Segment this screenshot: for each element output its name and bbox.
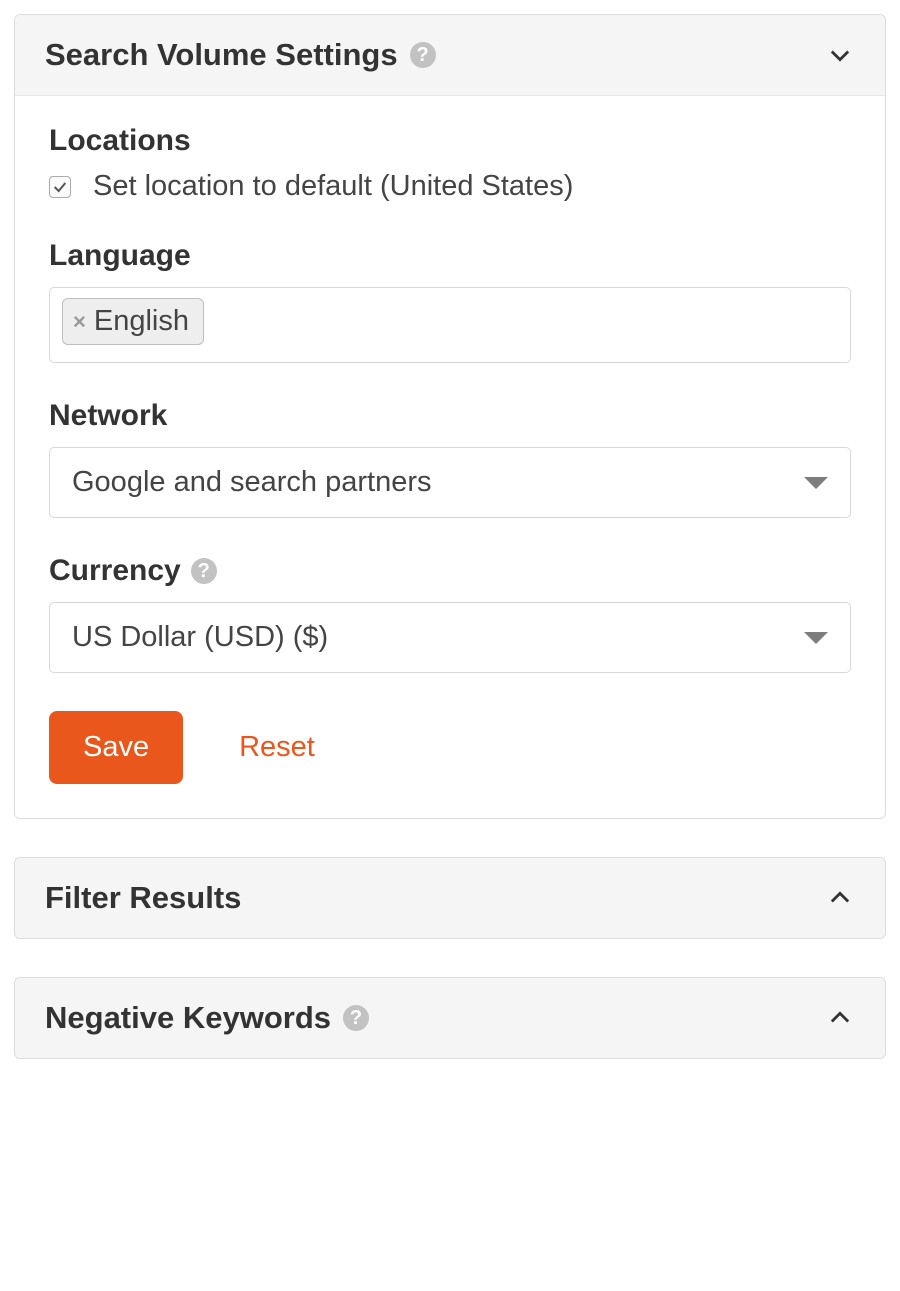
filter-results-header[interactable]: Filter Results <box>15 858 885 938</box>
default-location-label: Set location to default (United States) <box>93 170 573 203</box>
currency-label: Currency ? <box>49 554 851 588</box>
currency-value: US Dollar (USD) ($) <box>72 621 328 654</box>
chevron-down-icon[interactable] <box>825 40 855 70</box>
search-volume-settings-body: Locations Set location to default (Unite… <box>15 95 885 818</box>
currency-label-text: Currency <box>49 554 181 588</box>
language-input[interactable]: × English <box>49 287 851 363</box>
filter-results-panel: Filter Results <box>14 857 886 939</box>
caret-down-icon <box>804 632 828 644</box>
panel-title-text: Filter Results <box>45 880 241 916</box>
default-location-checkbox[interactable] <box>49 176 71 198</box>
chevron-up-icon[interactable] <box>825 883 855 913</box>
network-select[interactable]: Google and search partners <box>49 447 851 518</box>
panel-title: Filter Results <box>45 880 241 916</box>
locations-label: Locations <box>49 124 851 158</box>
negative-keywords-panel: Negative Keywords ? <box>14 977 886 1059</box>
panel-title: Negative Keywords ? <box>45 1000 369 1036</box>
currency-select[interactable]: US Dollar (USD) ($) <box>49 602 851 673</box>
network-label: Network <box>49 399 851 433</box>
help-icon[interactable]: ? <box>191 558 217 584</box>
button-row: Save Reset <box>49 711 851 784</box>
default-location-row: Set location to default (United States) <box>49 170 851 203</box>
panel-title: Search Volume Settings ? <box>45 37 436 73</box>
panel-title-text: Search Volume Settings <box>45 37 398 73</box>
chevron-up-icon[interactable] <box>825 1003 855 1033</box>
save-button[interactable]: Save <box>49 711 183 784</box>
negative-keywords-header[interactable]: Negative Keywords ? <box>15 978 885 1058</box>
language-tag[interactable]: × English <box>62 298 204 345</box>
search-volume-settings-header[interactable]: Search Volume Settings ? <box>15 15 885 95</box>
network-value: Google and search partners <box>72 466 432 499</box>
remove-tag-icon[interactable]: × <box>73 311 86 333</box>
reset-button[interactable]: Reset <box>239 731 315 764</box>
language-tag-text: English <box>94 305 189 338</box>
help-icon[interactable]: ? <box>410 42 436 68</box>
panel-title-text: Negative Keywords <box>45 1000 331 1036</box>
caret-down-icon <box>804 477 828 489</box>
language-label: Language <box>49 239 851 273</box>
help-icon[interactable]: ? <box>343 1005 369 1031</box>
search-volume-settings-panel: Search Volume Settings ? Locations Set l… <box>14 14 886 819</box>
